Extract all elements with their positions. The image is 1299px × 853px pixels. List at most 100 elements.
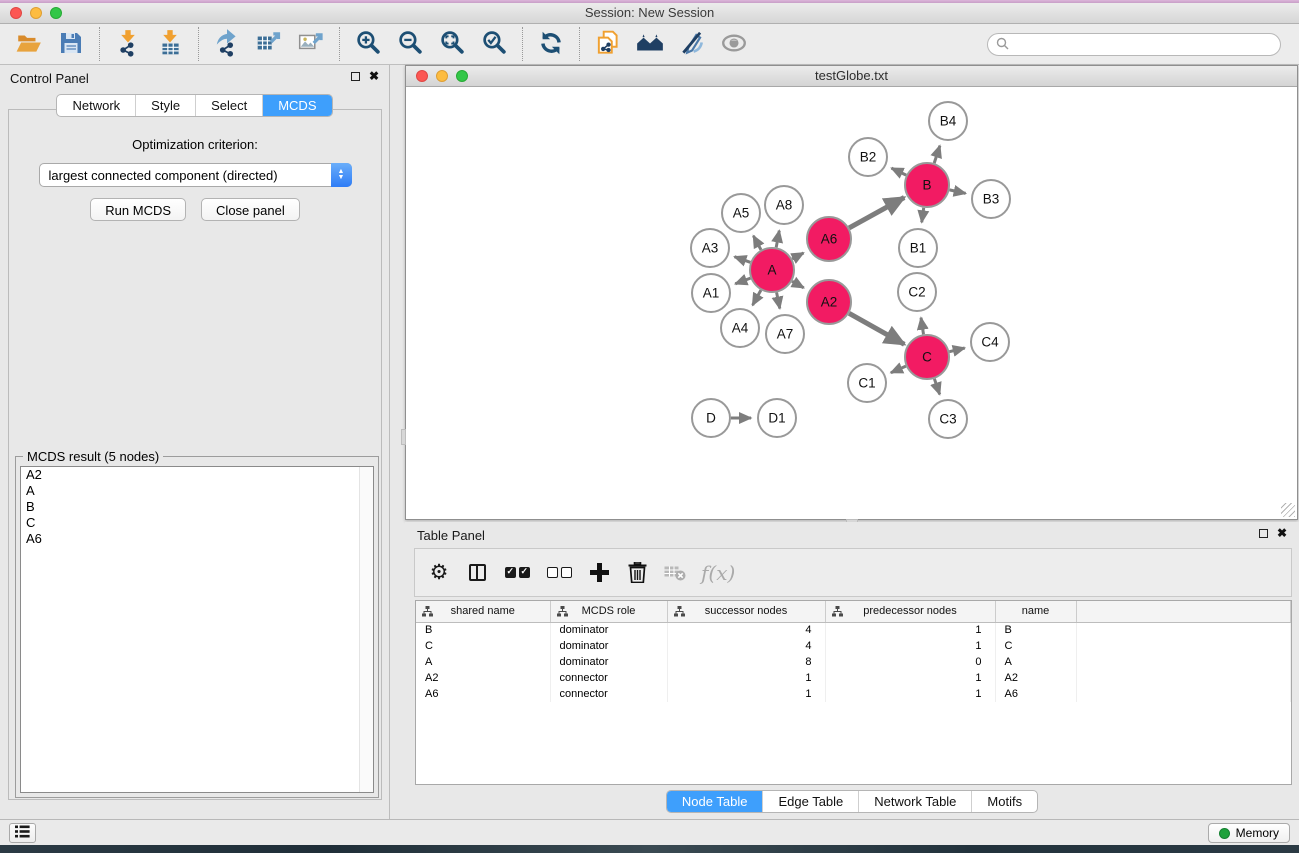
app-titlebar[interactable]: Session: New Session bbox=[0, 3, 1299, 24]
cell-predecessor-nodes[interactable]: 0 bbox=[825, 654, 995, 670]
graph-node-A2[interactable]: A2 bbox=[807, 280, 851, 324]
edge-A-A5[interactable] bbox=[753, 236, 761, 250]
edge-A-A1[interactable] bbox=[735, 278, 750, 284]
gear-button[interactable]: ⚙ bbox=[427, 558, 451, 588]
column-header-successor-nodes[interactable]: successor nodes bbox=[667, 601, 825, 622]
cell-shared-name[interactable]: B bbox=[416, 622, 550, 638]
zoom-out-button[interactable] bbox=[389, 26, 431, 62]
cell-successor-nodes[interactable]: 8 bbox=[667, 654, 825, 670]
column-header-predecessor-nodes[interactable]: predecessor nodes bbox=[825, 601, 995, 622]
annotations-button[interactable] bbox=[671, 26, 713, 62]
edge-A-A6[interactable] bbox=[792, 253, 803, 259]
mcds-result-item[interactable]: B bbox=[21, 499, 373, 515]
cell-successor-nodes[interactable]: 4 bbox=[667, 638, 825, 654]
zoom-fit-button[interactable] bbox=[431, 26, 473, 62]
tab-edge-table[interactable]: Edge Table bbox=[762, 791, 858, 812]
import-network-button[interactable] bbox=[107, 26, 149, 62]
cell-name[interactable]: B bbox=[995, 622, 1076, 638]
graph-node-A8[interactable]: A8 bbox=[765, 186, 803, 224]
import-table-button[interactable] bbox=[149, 26, 191, 62]
cell-name[interactable]: A2 bbox=[995, 670, 1076, 686]
cell-name[interactable]: C bbox=[995, 638, 1076, 654]
edge-B-B1[interactable] bbox=[922, 208, 924, 223]
trash-button[interactable] bbox=[625, 558, 649, 588]
edge-A-A8[interactable] bbox=[776, 231, 779, 248]
result-scrollbar[interactable] bbox=[359, 467, 373, 792]
run-mcds-button[interactable]: Run MCDS bbox=[90, 198, 186, 221]
edge-C-C4[interactable] bbox=[949, 348, 964, 352]
cell-shared-name[interactable]: A2 bbox=[416, 670, 550, 686]
graph-node-D1[interactable]: D1 bbox=[758, 399, 796, 437]
mcds-result-list[interactable]: A2ABCA6 bbox=[20, 466, 374, 793]
apply-layout-button[interactable] bbox=[530, 26, 572, 62]
edge-B-B2[interactable] bbox=[892, 168, 907, 175]
tab-style[interactable]: Style bbox=[135, 95, 195, 116]
select-all-button[interactable] bbox=[503, 558, 531, 588]
mcds-result-item[interactable]: A6 bbox=[21, 531, 373, 547]
first-neighbors-button[interactable] bbox=[629, 26, 671, 62]
graph-node-A3[interactable]: A3 bbox=[691, 229, 729, 267]
window-resize-grip[interactable] bbox=[1281, 503, 1295, 517]
export-table-button[interactable] bbox=[248, 26, 290, 62]
graph-node-A[interactable]: A bbox=[750, 248, 794, 292]
tab-motifs[interactable]: Motifs bbox=[971, 791, 1037, 812]
tab-network-table[interactable]: Network Table bbox=[858, 791, 971, 812]
graph-node-B4[interactable]: B4 bbox=[929, 102, 967, 140]
tab-mcds[interactable]: MCDS bbox=[262, 95, 331, 116]
edge-A-A7[interactable] bbox=[777, 293, 780, 309]
cell-successor-nodes[interactable]: 1 bbox=[667, 670, 825, 686]
cell-shared-name[interactable]: A bbox=[416, 654, 550, 670]
mcds-result-item[interactable]: A bbox=[21, 483, 373, 499]
open-session-button[interactable] bbox=[8, 26, 50, 62]
mcds-result-item[interactable]: A2 bbox=[21, 467, 373, 483]
cell-MCDS-role[interactable]: dominator bbox=[550, 638, 667, 654]
close-panel-icon[interactable]: ✖ bbox=[369, 71, 379, 81]
tab-select[interactable]: Select bbox=[195, 95, 262, 116]
task-history-button[interactable] bbox=[9, 823, 36, 843]
cell-shared-name[interactable]: A6 bbox=[416, 686, 550, 702]
graph-node-C2[interactable]: C2 bbox=[898, 273, 936, 311]
network-canvas[interactable]: B4B2BB3A8A5A6A3B1AC2A1A2A4A7C4CC1C3DD1 bbox=[406, 87, 1297, 519]
search-input[interactable] bbox=[987, 33, 1281, 56]
cell-shared-name[interactable]: C bbox=[416, 638, 550, 654]
graph-node-B1[interactable]: B1 bbox=[899, 229, 937, 267]
edge-A-A3[interactable] bbox=[735, 257, 751, 263]
graph-node-C[interactable]: C bbox=[905, 335, 949, 379]
deselect-all-button[interactable] bbox=[545, 558, 573, 588]
network-window-titlebar[interactable]: testGlobe.txt bbox=[406, 66, 1297, 87]
graph-node-C4[interactable]: C4 bbox=[971, 323, 1009, 361]
cell-predecessor-nodes[interactable]: 1 bbox=[825, 686, 995, 702]
export-network-button[interactable] bbox=[206, 26, 248, 62]
cell-MCDS-role[interactable]: dominator bbox=[550, 654, 667, 670]
graph-node-B3[interactable]: B3 bbox=[972, 180, 1010, 218]
graph-node-D[interactable]: D bbox=[692, 399, 730, 437]
edge-C-C2[interactable] bbox=[921, 318, 924, 335]
cell-successor-nodes[interactable]: 4 bbox=[667, 622, 825, 638]
close-panel-icon[interactable]: ✖ bbox=[1277, 528, 1287, 538]
cell-name[interactable]: A bbox=[995, 654, 1076, 670]
float-panel-icon[interactable] bbox=[351, 72, 360, 81]
tab-network[interactable]: Network bbox=[57, 95, 135, 116]
cell-predecessor-nodes[interactable]: 1 bbox=[825, 638, 995, 654]
close-panel-button[interactable]: Close panel bbox=[201, 198, 300, 221]
edge-A6-B[interactable] bbox=[849, 198, 904, 228]
edge-A2-C[interactable] bbox=[849, 313, 904, 344]
cell-predecessor-nodes[interactable]: 1 bbox=[825, 622, 995, 638]
mcds-result-item[interactable]: C bbox=[21, 515, 373, 531]
cell-MCDS-role[interactable]: connector bbox=[550, 670, 667, 686]
tab-node-table[interactable]: Node Table bbox=[667, 791, 763, 812]
graph-node-C1[interactable]: C1 bbox=[848, 364, 886, 402]
graph-node-A6[interactable]: A6 bbox=[807, 217, 851, 261]
edge-B-B4[interactable] bbox=[934, 146, 940, 163]
graph-node-A5[interactable]: A5 bbox=[722, 194, 760, 232]
graph-node-B[interactable]: B bbox=[905, 163, 949, 207]
float-panel-icon[interactable] bbox=[1259, 529, 1268, 538]
cell-MCDS-role[interactable]: connector bbox=[550, 686, 667, 702]
column-header-name[interactable]: name bbox=[995, 601, 1076, 622]
save-session-button[interactable] bbox=[50, 26, 92, 62]
column-button[interactable] bbox=[465, 558, 489, 588]
split-divider-grip[interactable] bbox=[401, 429, 406, 445]
table-row[interactable]: Bdominator41B bbox=[416, 622, 1291, 638]
edge-A-A2[interactable] bbox=[792, 281, 804, 288]
table-row[interactable]: Adominator80A bbox=[416, 654, 1291, 670]
